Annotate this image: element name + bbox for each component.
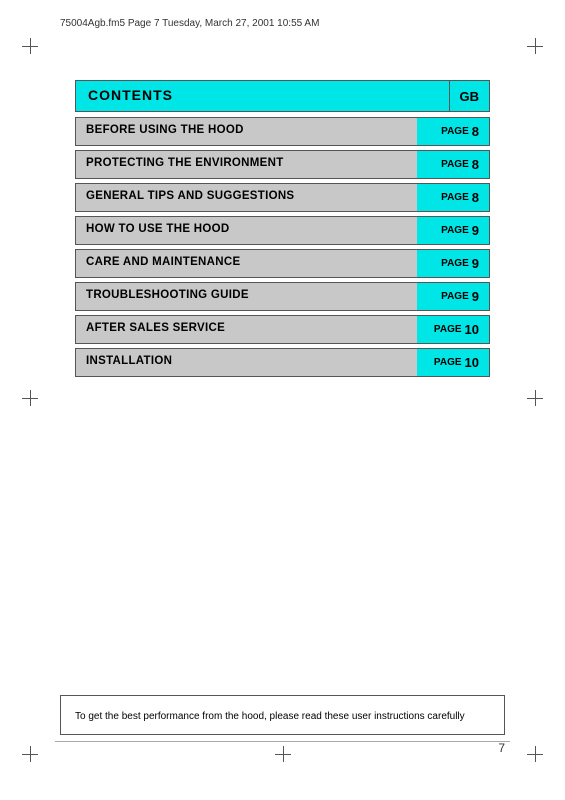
toc-row-tips: GENERAL TIPS AND SUGGESTIONS PAGE8 xyxy=(75,183,490,212)
page-label-7: PAGE xyxy=(434,357,462,368)
toc-row-care: CARE AND MAINTENANCE PAGE9 xyxy=(75,249,490,278)
page-num-4: 9 xyxy=(472,256,479,271)
crosshair-top-left xyxy=(22,38,38,54)
page-label-3: PAGE xyxy=(441,225,469,236)
content-area: CONTENTS GB BEFORE USING THE HOOD PAGE8 … xyxy=(75,80,490,381)
toc-page-care: PAGE9 xyxy=(417,250,489,277)
bottom-note-text: To get the best performance from the hoo… xyxy=(75,711,465,722)
page-container: 75004Agb.fm5 Page 7 Tuesday, March 27, 2… xyxy=(0,0,565,800)
contents-header: CONTENTS GB xyxy=(75,80,490,112)
contents-title-box: CONTENTS xyxy=(75,80,449,112)
contents-title: CONTENTS xyxy=(88,87,173,103)
page-number: 7 xyxy=(498,741,505,755)
crosshair-mid-left xyxy=(22,390,38,406)
divider-line xyxy=(55,741,510,742)
page-label-6: PAGE xyxy=(434,324,462,335)
crosshair-mid-right xyxy=(527,390,543,406)
toc-row-environment: PROTECTING THE ENVIRONMENT PAGE8 xyxy=(75,150,490,179)
toc-page-how-to-use: PAGE9 xyxy=(417,217,489,244)
page-label-5: PAGE xyxy=(441,291,469,302)
toc-label-installation: INSTALLATION xyxy=(76,349,417,376)
toc-label-tips: GENERAL TIPS AND SUGGESTIONS xyxy=(76,184,417,211)
crosshair-top-right xyxy=(527,38,543,54)
page-header: 75004Agb.fm5 Page 7 Tuesday, March 27, 2… xyxy=(60,18,505,29)
page-num-2: 8 xyxy=(472,190,479,205)
page-label-4: PAGE xyxy=(441,258,469,269)
crosshair-bottom-mid xyxy=(275,746,291,762)
toc-row-before-using: BEFORE USING THE HOOD PAGE8 xyxy=(75,117,490,146)
page-num-5: 9 xyxy=(472,289,479,304)
toc-row-installation: INSTALLATION PAGE10 xyxy=(75,348,490,377)
bottom-note: To get the best performance from the hoo… xyxy=(60,695,505,735)
page-num-6: 10 xyxy=(465,322,479,337)
page-num-3: 9 xyxy=(472,223,479,238)
page-label-2: PAGE xyxy=(441,192,469,203)
toc-page-after-sales: PAGE10 xyxy=(417,316,489,343)
page-num-0: 8 xyxy=(472,124,479,139)
crosshair-bottom-right xyxy=(527,746,543,762)
file-info: 75004Agb.fm5 Page 7 Tuesday, March 27, 2… xyxy=(60,18,319,29)
toc-label-care: CARE AND MAINTENANCE xyxy=(76,250,417,277)
toc-label-before-using: BEFORE USING THE HOOD xyxy=(76,118,417,145)
toc-label-after-sales: AFTER SALES SERVICE xyxy=(76,316,417,343)
crosshair-bottom-left xyxy=(22,746,38,762)
page-label-1: PAGE xyxy=(441,159,469,170)
toc-page-troubleshooting: PAGE9 xyxy=(417,283,489,310)
toc-row-after-sales: AFTER SALES SERVICE PAGE10 xyxy=(75,315,490,344)
toc-row-troubleshooting: TROUBLESHOOTING GUIDE PAGE9 xyxy=(75,282,490,311)
contents-gb-label: GB xyxy=(460,89,480,104)
toc-label-how-to-use: HOW TO USE THE HOOD xyxy=(76,217,417,244)
toc-page-tips: PAGE8 xyxy=(417,184,489,211)
toc-page-installation: PAGE10 xyxy=(417,349,489,376)
page-num-1: 8 xyxy=(472,157,479,172)
toc-page-environment: PAGE8 xyxy=(417,151,489,178)
page-num-7: 10 xyxy=(465,355,479,370)
contents-gb-box: GB xyxy=(449,80,491,112)
toc-page-before-using: PAGE8 xyxy=(417,118,489,145)
toc-label-troubleshooting: TROUBLESHOOTING GUIDE xyxy=(76,283,417,310)
page-label-0: PAGE xyxy=(441,126,469,137)
toc-row-how-to-use: HOW TO USE THE HOOD PAGE9 xyxy=(75,216,490,245)
toc-label-environment: PROTECTING THE ENVIRONMENT xyxy=(76,151,417,178)
